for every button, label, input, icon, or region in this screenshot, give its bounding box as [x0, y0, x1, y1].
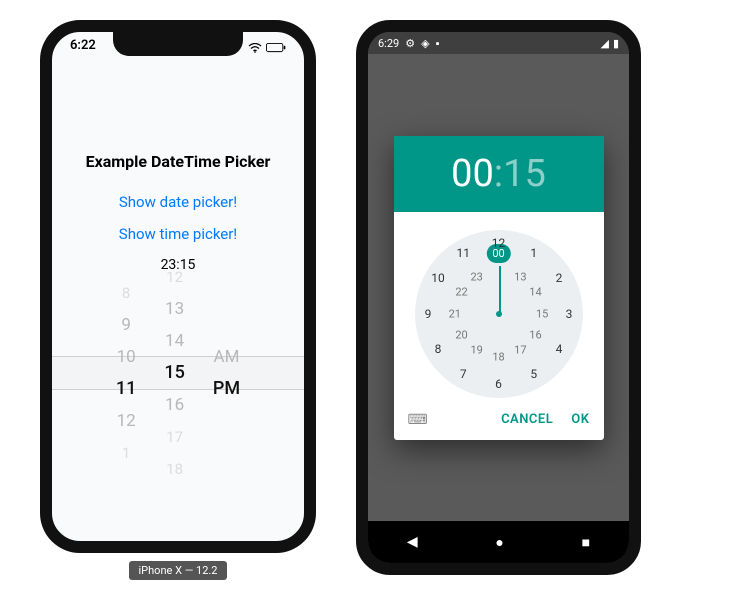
clock-num-19[interactable]: 19 [470, 344, 482, 357]
wheel-ampm-selected[interactable]: PM [213, 373, 240, 405]
clock-num-1[interactable]: 1 [530, 246, 537, 260]
wheel-minute-option[interactable]: 18 [166, 453, 183, 485]
android-status-bar: 6:29 ⚙ ◈ ▪ ◢ ▮ [368, 32, 629, 54]
cancel-button[interactable]: CANCEL [501, 412, 553, 427]
clock-num-23[interactable]: 23 [470, 270, 482, 283]
ios-status-right [248, 38, 286, 58]
clock-num-7[interactable]: 7 [460, 367, 467, 381]
wheel-hour-option[interactable]: 9 [121, 309, 131, 341]
wheel-minute-option[interactable]: 14 [165, 325, 184, 357]
clock-num-12[interactable]: 12 [492, 236, 506, 250]
dialog-time-header: 00:15 [394, 136, 604, 212]
clock-num-21[interactable]: 21 [449, 307, 461, 320]
clock-num-6[interactable]: 6 [495, 377, 502, 391]
nav-home-icon[interactable]: ● [495, 534, 503, 551]
android-status-time: 6:29 [378, 37, 399, 50]
wheel-minute-selected[interactable]: 15 [164, 357, 184, 389]
wheel-ampm-option[interactable]: AM [213, 341, 239, 373]
gear-icon: ⚙ [405, 37, 415, 50]
android-nav-bar: ◀ ● ■ [368, 521, 629, 563]
battery-icon [266, 43, 286, 53]
clock-num-9[interactable]: 9 [425, 307, 432, 321]
shield-icon: ◈ [421, 37, 429, 50]
dialog-hour[interactable]: 00 [451, 152, 494, 196]
wheel-hour-column[interactable]: 8 9 10 11 12 1 [116, 277, 136, 469]
square-icon: ▪ [436, 37, 440, 50]
clock-num-16[interactable]: 16 [529, 329, 541, 342]
wheel-hour-option[interactable]: 1 [122, 437, 130, 469]
ios-content: Example DateTime Picker Show date picker… [52, 32, 304, 463]
clock-num-13[interactable]: 13 [514, 270, 526, 283]
ios-status-bar: 6:22 [52, 38, 304, 58]
time-picker-dialog: 00:15 00 12 1 2 3 4 5 6 7 8 9 [394, 136, 604, 440]
ios-status-time: 6:22 [70, 38, 96, 58]
clock-num-4[interactable]: 4 [556, 342, 563, 356]
ios-time-wheel[interactable]: 8 9 10 11 12 1 12 13 14 15 16 17 1 [52, 283, 304, 463]
iphone-device: 6:22 Example DateTime Picker Show date p… [40, 20, 316, 553]
wheel-minute-option[interactable]: 16 [165, 389, 184, 421]
android-body: 00:15 00 12 1 2 3 4 5 6 7 8 9 [368, 54, 629, 521]
clock-num-15[interactable]: 15 [536, 307, 548, 320]
clock-num-10[interactable]: 10 [431, 271, 445, 285]
clock-num-8[interactable]: 8 [435, 342, 442, 356]
nav-back-icon[interactable]: ◀ [407, 534, 418, 550]
clock-face[interactable]: 00 12 1 2 3 4 5 6 7 8 9 10 11 13 14 [415, 230, 583, 398]
show-date-picker-link[interactable]: Show date picker! [52, 193, 304, 211]
show-time-picker-link[interactable]: Show time picker! [52, 225, 304, 243]
ok-button[interactable]: OK [571, 412, 589, 427]
clock-num-2[interactable]: 2 [556, 271, 563, 285]
wheel-minute-option[interactable]: 13 [165, 293, 184, 325]
nav-recent-icon[interactable]: ■ [582, 534, 590, 551]
wheel-minute-column[interactable]: 12 13 14 15 16 17 18 [164, 261, 184, 485]
clock-num-20[interactable]: 20 [455, 329, 467, 342]
wifi-icon [248, 43, 262, 53]
wheel-hour-option[interactable]: 10 [117, 341, 136, 373]
wheel-hour-option[interactable]: 8 [122, 277, 130, 309]
page-title: Example DateTime Picker [52, 152, 304, 171]
clock-num-17[interactable]: 17 [514, 344, 526, 357]
dialog-minute[interactable]: 15 [503, 152, 546, 196]
clock-num-5[interactable]: 5 [530, 367, 537, 381]
battery-icon: ▮ [613, 37, 619, 50]
clock-num-11[interactable]: 11 [456, 246, 470, 260]
clock-hand [499, 266, 501, 314]
wheel-minute-option[interactable]: 12 [166, 261, 183, 293]
keyboard-icon[interactable]: ⌨ [408, 412, 428, 428]
android-device: 6:29 ⚙ ◈ ▪ ◢ ▮ 00:15 00 12 1 2 [356, 20, 641, 575]
device-caption: iPhone X — 12.2 [129, 561, 228, 580]
clock-num-14[interactable]: 14 [529, 285, 541, 298]
clock-num-22[interactable]: 22 [455, 285, 467, 298]
wheel-ampm-column[interactable]: AM PM [213, 341, 240, 405]
signal-icon: ◢ [600, 37, 608, 50]
wheel-hour-option[interactable]: 12 [117, 405, 136, 437]
wheel-hour-selected[interactable]: 11 [116, 373, 136, 405]
wheel-minute-option[interactable]: 17 [166, 421, 183, 453]
clock-num-18[interactable]: 18 [492, 351, 504, 364]
clock-num-3[interactable]: 3 [566, 307, 573, 321]
